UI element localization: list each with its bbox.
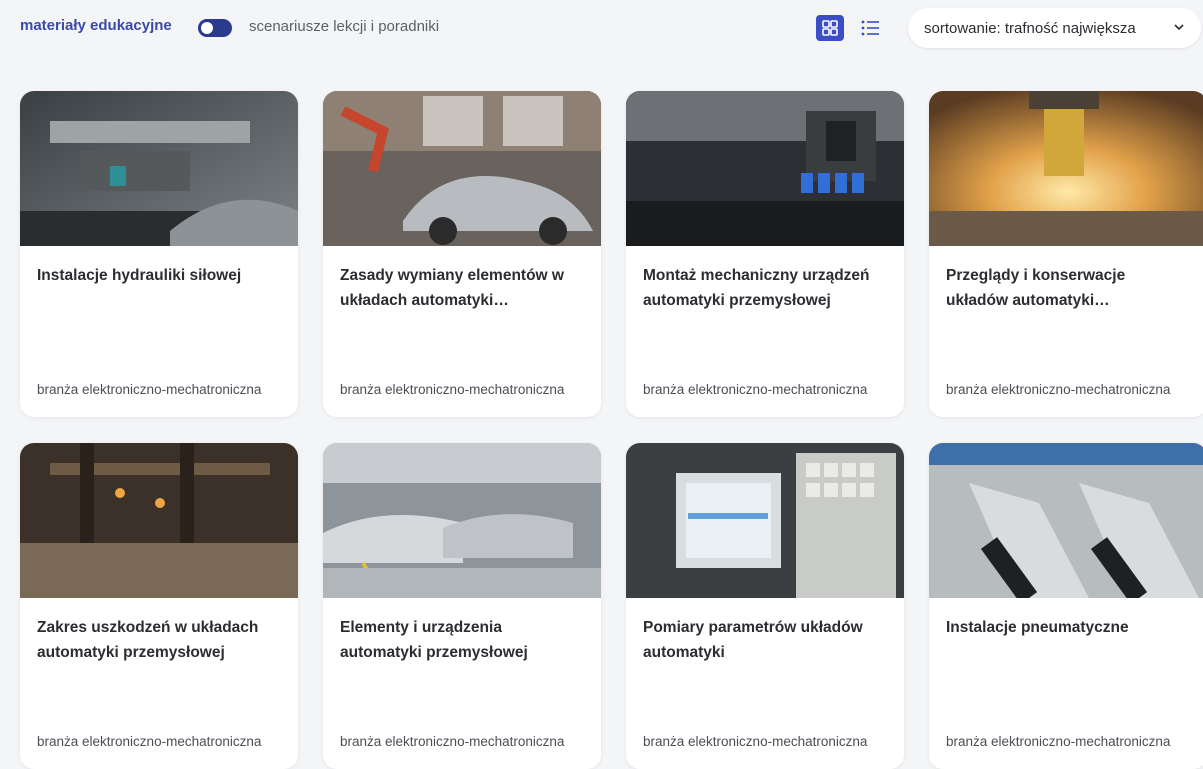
card-thumbnail-image (20, 91, 298, 246)
material-card[interactable]: Zasady wymiany elementów w układach auto… (323, 91, 601, 417)
sort-dropdown-label: sortowanie: trafność największa (924, 19, 1136, 37)
card-category: branża elektroniczno-mechatroniczna (643, 382, 868, 397)
material-card[interactable]: Instalacje pneumatyczne branża elektroni… (929, 443, 1203, 769)
card-thumbnail-image (929, 443, 1203, 598)
card-category: branża elektroniczno-mechatroniczna (946, 382, 1171, 397)
card-title[interactable]: Przeglądy i konserwacje układów automaty… (946, 263, 1190, 313)
card-thumbnail-image (626, 91, 904, 246)
content-type-toggle[interactable] (198, 19, 232, 37)
toolbar: materiały edukacyjne scenariusze lekcji … (0, 0, 1203, 60)
card-title[interactable]: Elementy i urządzenia automatyki przemys… (340, 615, 584, 665)
sort-dropdown[interactable]: sortowanie: trafność największa (908, 8, 1201, 48)
card-thumbnail-image (20, 443, 298, 598)
material-card[interactable]: Instalacje hydrauliki siłowej branża ele… (20, 91, 298, 417)
card-category: branża elektroniczno-mechatroniczna (37, 382, 262, 397)
card-thumbnail-image (323, 91, 601, 246)
card-category: branża elektroniczno-mechatroniczna (643, 734, 868, 749)
material-card[interactable]: Przeglądy i konserwacje układów automaty… (929, 91, 1203, 417)
material-card[interactable]: Zakres uszkodzeń w układach automatyki p… (20, 443, 298, 769)
list-view-icon (861, 20, 879, 36)
material-card[interactable]: Pomiary parametrów układów automatyki br… (626, 443, 904, 769)
toggle-label-educational-materials[interactable]: materiały edukacyjne (20, 17, 172, 34)
card-thumbnail-image (323, 443, 601, 598)
material-card[interactable]: Montaż mechaniczny urządzeń automatyki p… (626, 91, 904, 417)
card-category: branża elektroniczno-mechatroniczna (340, 382, 565, 397)
material-card[interactable]: Elementy i urządzenia automatyki przemys… (323, 443, 601, 769)
grid-view-icon (822, 20, 838, 36)
card-category: branża elektroniczno-mechatroniczna (946, 734, 1171, 749)
card-title[interactable]: Instalacje pneumatyczne (946, 615, 1190, 640)
grid-view-button[interactable] (816, 15, 844, 41)
card-category: branża elektroniczno-mechatroniczna (340, 734, 565, 749)
card-title[interactable]: Montaż mechaniczny urządzeń automatyki p… (643, 263, 887, 313)
chevron-down-icon (1174, 24, 1184, 31)
list-view-button[interactable] (856, 15, 884, 41)
card-thumbnail-image (929, 91, 1203, 246)
card-title[interactable]: Zakres uszkodzeń w układach automatyki p… (37, 615, 281, 665)
card-category: branża elektroniczno-mechatroniczna (37, 734, 262, 749)
toggle-knob (201, 22, 213, 34)
toggle-label-lesson-scenarios[interactable]: scenariusze lekcji i poradniki (249, 18, 439, 35)
card-title[interactable]: Instalacje hydrauliki siłowej (37, 263, 281, 288)
card-title[interactable]: Pomiary parametrów układów automatyki (643, 615, 887, 665)
card-thumbnail-image (626, 443, 904, 598)
card-title[interactable]: Zasady wymiany elementów w układach auto… (340, 263, 584, 313)
